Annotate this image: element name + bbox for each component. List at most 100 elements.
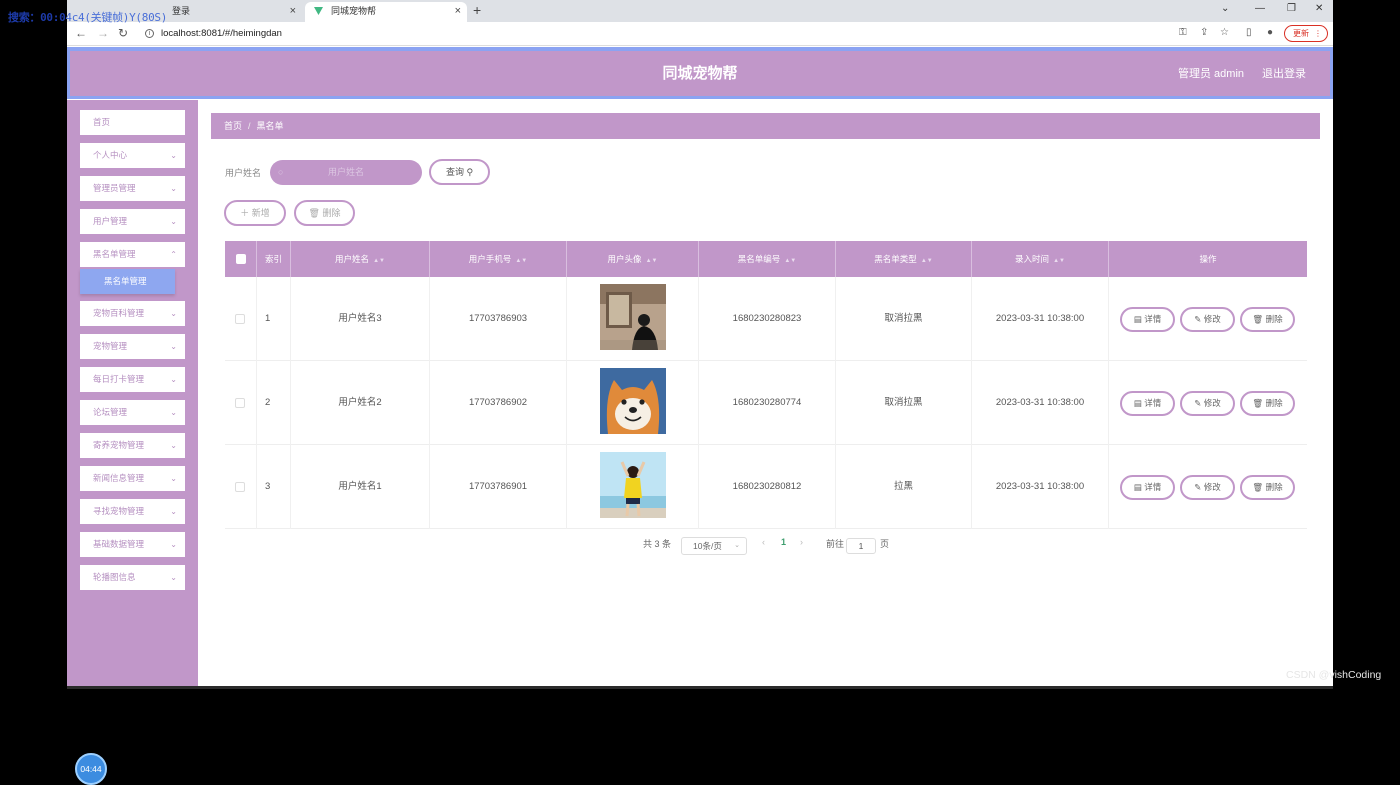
col-code[interactable]: 黑名单编号 ▲▼	[699, 241, 836, 277]
sidebar-item-checkin[interactable]: 每日打卡管理 ⌄	[80, 367, 185, 392]
edit-button[interactable]: ✎ 修改	[1180, 391, 1235, 416]
detail-button[interactable]: ▤ 详情	[1120, 391, 1175, 416]
forward-icon[interactable]: →	[97, 26, 109, 40]
detail-button[interactable]: ▤ 详情	[1120, 307, 1175, 332]
sidebar-item-label: 宠物百科管理	[93, 308, 145, 318]
minimize-icon[interactable]: —	[1255, 3, 1265, 14]
col-name[interactable]: 用户姓名 ▲▼	[291, 241, 430, 277]
table-row: 2 用户姓名2 17703786902 1680230280774 取消拉黑 2…	[225, 361, 1307, 445]
url-field[interactable]: i localhost:8081/#/heimingdan	[145, 25, 1175, 43]
vue-logo-icon	[314, 7, 323, 15]
sort-icon[interactable]: ▲▼	[784, 258, 796, 264]
star-icon[interactable]: ☆	[1220, 27, 1229, 38]
page-size-select[interactable]: 10条/页 ⌄	[681, 537, 747, 555]
tab-login[interactable]: 登录 ×	[162, 2, 302, 22]
tab-active[interactable]: 同城宠物帮 ×	[305, 2, 467, 22]
close-icon[interactable]: ×	[290, 2, 296, 20]
recording-timer[interactable]: 04:44	[75, 753, 107, 785]
col-index: 索引	[257, 241, 291, 277]
row-checkbox[interactable]	[235, 314, 245, 324]
tab-bar: 登录 × 同城宠物帮 × + ⌄ — ❐ ✕	[67, 0, 1333, 22]
search-label: 用户姓名	[225, 168, 262, 178]
sort-icon[interactable]: ▲▼	[921, 258, 933, 264]
sort-icon[interactable]: ▲▼	[646, 258, 658, 264]
goto-suffix: 页	[880, 539, 890, 549]
row-checkbox[interactable]	[235, 482, 245, 492]
logout-link[interactable]: 退出登录	[1262, 51, 1306, 97]
detail-button[interactable]: ▤ 详情	[1120, 475, 1175, 500]
sort-icon[interactable]: ▲▼	[515, 258, 527, 264]
add-button[interactable]: ＋ 新增	[224, 200, 286, 226]
chevron-down-icon[interactable]: ⌄	[1221, 3, 1229, 14]
avatar[interactable]	[600, 452, 666, 518]
col-time[interactable]: 录入时间 ▲▼	[972, 241, 1109, 277]
query-button[interactable]: 查询 ⚲	[429, 159, 490, 185]
delete-button[interactable]: 🗑 删除	[1240, 307, 1295, 332]
window-close-icon[interactable]: ✕	[1315, 3, 1323, 14]
sidebar-subitem-blacklist[interactable]: 黑名单管理	[80, 269, 175, 294]
profile-icon[interactable]: ●	[1267, 27, 1273, 38]
col-avatar[interactable]: 用户头像 ▲▼	[567, 241, 699, 277]
sidebar-item-carousel[interactable]: 轮播图信息 ⌄	[80, 565, 185, 590]
sidebar-item-pets[interactable]: 宠物管理 ⌄	[80, 334, 185, 359]
sidebar-item-foster[interactable]: 寄养宠物管理 ⌄	[80, 433, 185, 458]
key-icon[interactable]: ⚿	[1179, 27, 1187, 38]
sort-icon[interactable]: ▲▼	[1053, 258, 1065, 264]
update-button[interactable]: 更新 ⋮	[1284, 25, 1328, 42]
col-phone[interactable]: 用户手机号 ▲▼	[430, 241, 567, 277]
tab-label: 同城宠物帮	[331, 6, 377, 16]
breadcrumb-home[interactable]: 首页	[224, 121, 242, 131]
photo-girl-yellow	[600, 452, 666, 518]
sidebar-item-news[interactable]: 新闻信息管理 ⌄	[80, 466, 185, 491]
chevron-down-icon: ⌄	[170, 184, 177, 193]
avatar[interactable]	[600, 368, 666, 434]
delete-button[interactable]: 🗑 删除	[1240, 391, 1295, 416]
sidebar-item-users[interactable]: 用户管理 ⌄	[80, 209, 185, 234]
sidepanel-icon[interactable]: ▯	[1246, 27, 1252, 38]
sidebar-item-forum[interactable]: 论坛管理 ⌄	[80, 400, 185, 425]
table-header: 索引 用户姓名 ▲▼ 用户手机号 ▲▼ 用户头像 ▲▼ 黑名单编号 ▲▼ 黑名单类型 ▲▼…	[225, 241, 1307, 277]
sidebar-item-lost-pets[interactable]: 寻找宠物管理 ⌄	[80, 499, 185, 524]
chevron-down-icon: ⌄	[734, 542, 740, 549]
next-page-icon[interactable]: ›	[800, 537, 803, 547]
col-type[interactable]: 黑名单类型 ▲▼	[836, 241, 972, 277]
site-title: 同城宠物帮	[662, 65, 738, 82]
back-icon[interactable]: ←	[75, 26, 87, 40]
photo-person-dark	[600, 284, 666, 350]
sort-icon[interactable]: ▲▼	[373, 258, 385, 264]
breadcrumb-separator: /	[248, 121, 251, 131]
edit-button[interactable]: ✎ 修改	[1180, 307, 1235, 332]
sidebar-item-admins[interactable]: 管理员管理 ⌄	[80, 176, 185, 201]
restore-icon[interactable]: ❐	[1287, 3, 1296, 14]
sidebar-item-label: 论坛管理	[93, 407, 128, 417]
page-number[interactable]: 1	[781, 537, 786, 547]
search-input[interactable]: ○ 用户姓名	[270, 160, 422, 185]
share-icon[interactable]: ⇪	[1200, 27, 1208, 38]
row-checkbox[interactable]	[235, 398, 245, 408]
sidebar-item-pet-wiki[interactable]: 宠物百科管理 ⌄	[80, 301, 185, 326]
sidebar-item-blacklist[interactable]: 黑名单管理 ⌃	[80, 242, 185, 267]
info-icon[interactable]: i	[145, 29, 154, 38]
select-all-checkbox[interactable]	[236, 254, 246, 264]
delete-button[interactable]: 🗑 删除	[1240, 475, 1295, 500]
sidebar-subitem-label: 黑名单管理	[104, 276, 147, 286]
chevron-down-icon: ⌄	[170, 309, 177, 318]
goto-page-input[interactable]: 1	[846, 538, 876, 554]
more-icon[interactable]: ⋮	[1314, 26, 1322, 41]
bulk-delete-button[interactable]: 🗑 删除	[294, 200, 355, 226]
cell-index: 2	[257, 361, 291, 445]
trash-icon: 🗑	[308, 208, 320, 218]
cell-code: 1680230280774	[699, 361, 836, 445]
sidebar-item-base-data[interactable]: 基础数据管理 ⌄	[80, 532, 185, 557]
prev-page-icon[interactable]: ‹	[762, 537, 765, 547]
cell-type: 取消拉黑	[836, 277, 972, 361]
sidebar-item-home[interactable]: 首页	[80, 110, 185, 135]
edit-button[interactable]: ✎ 修改	[1180, 475, 1235, 500]
edit-icon: ✎	[1194, 482, 1202, 492]
reload-icon[interactable]: ↻	[118, 26, 128, 40]
new-tab-icon[interactable]: +	[473, 2, 481, 18]
avatar[interactable]	[600, 284, 666, 350]
sidebar-item-personal[interactable]: 个人中心 ⌄	[80, 143, 185, 168]
close-icon[interactable]: ×	[455, 2, 461, 20]
search-icon: ⚲	[466, 167, 474, 177]
